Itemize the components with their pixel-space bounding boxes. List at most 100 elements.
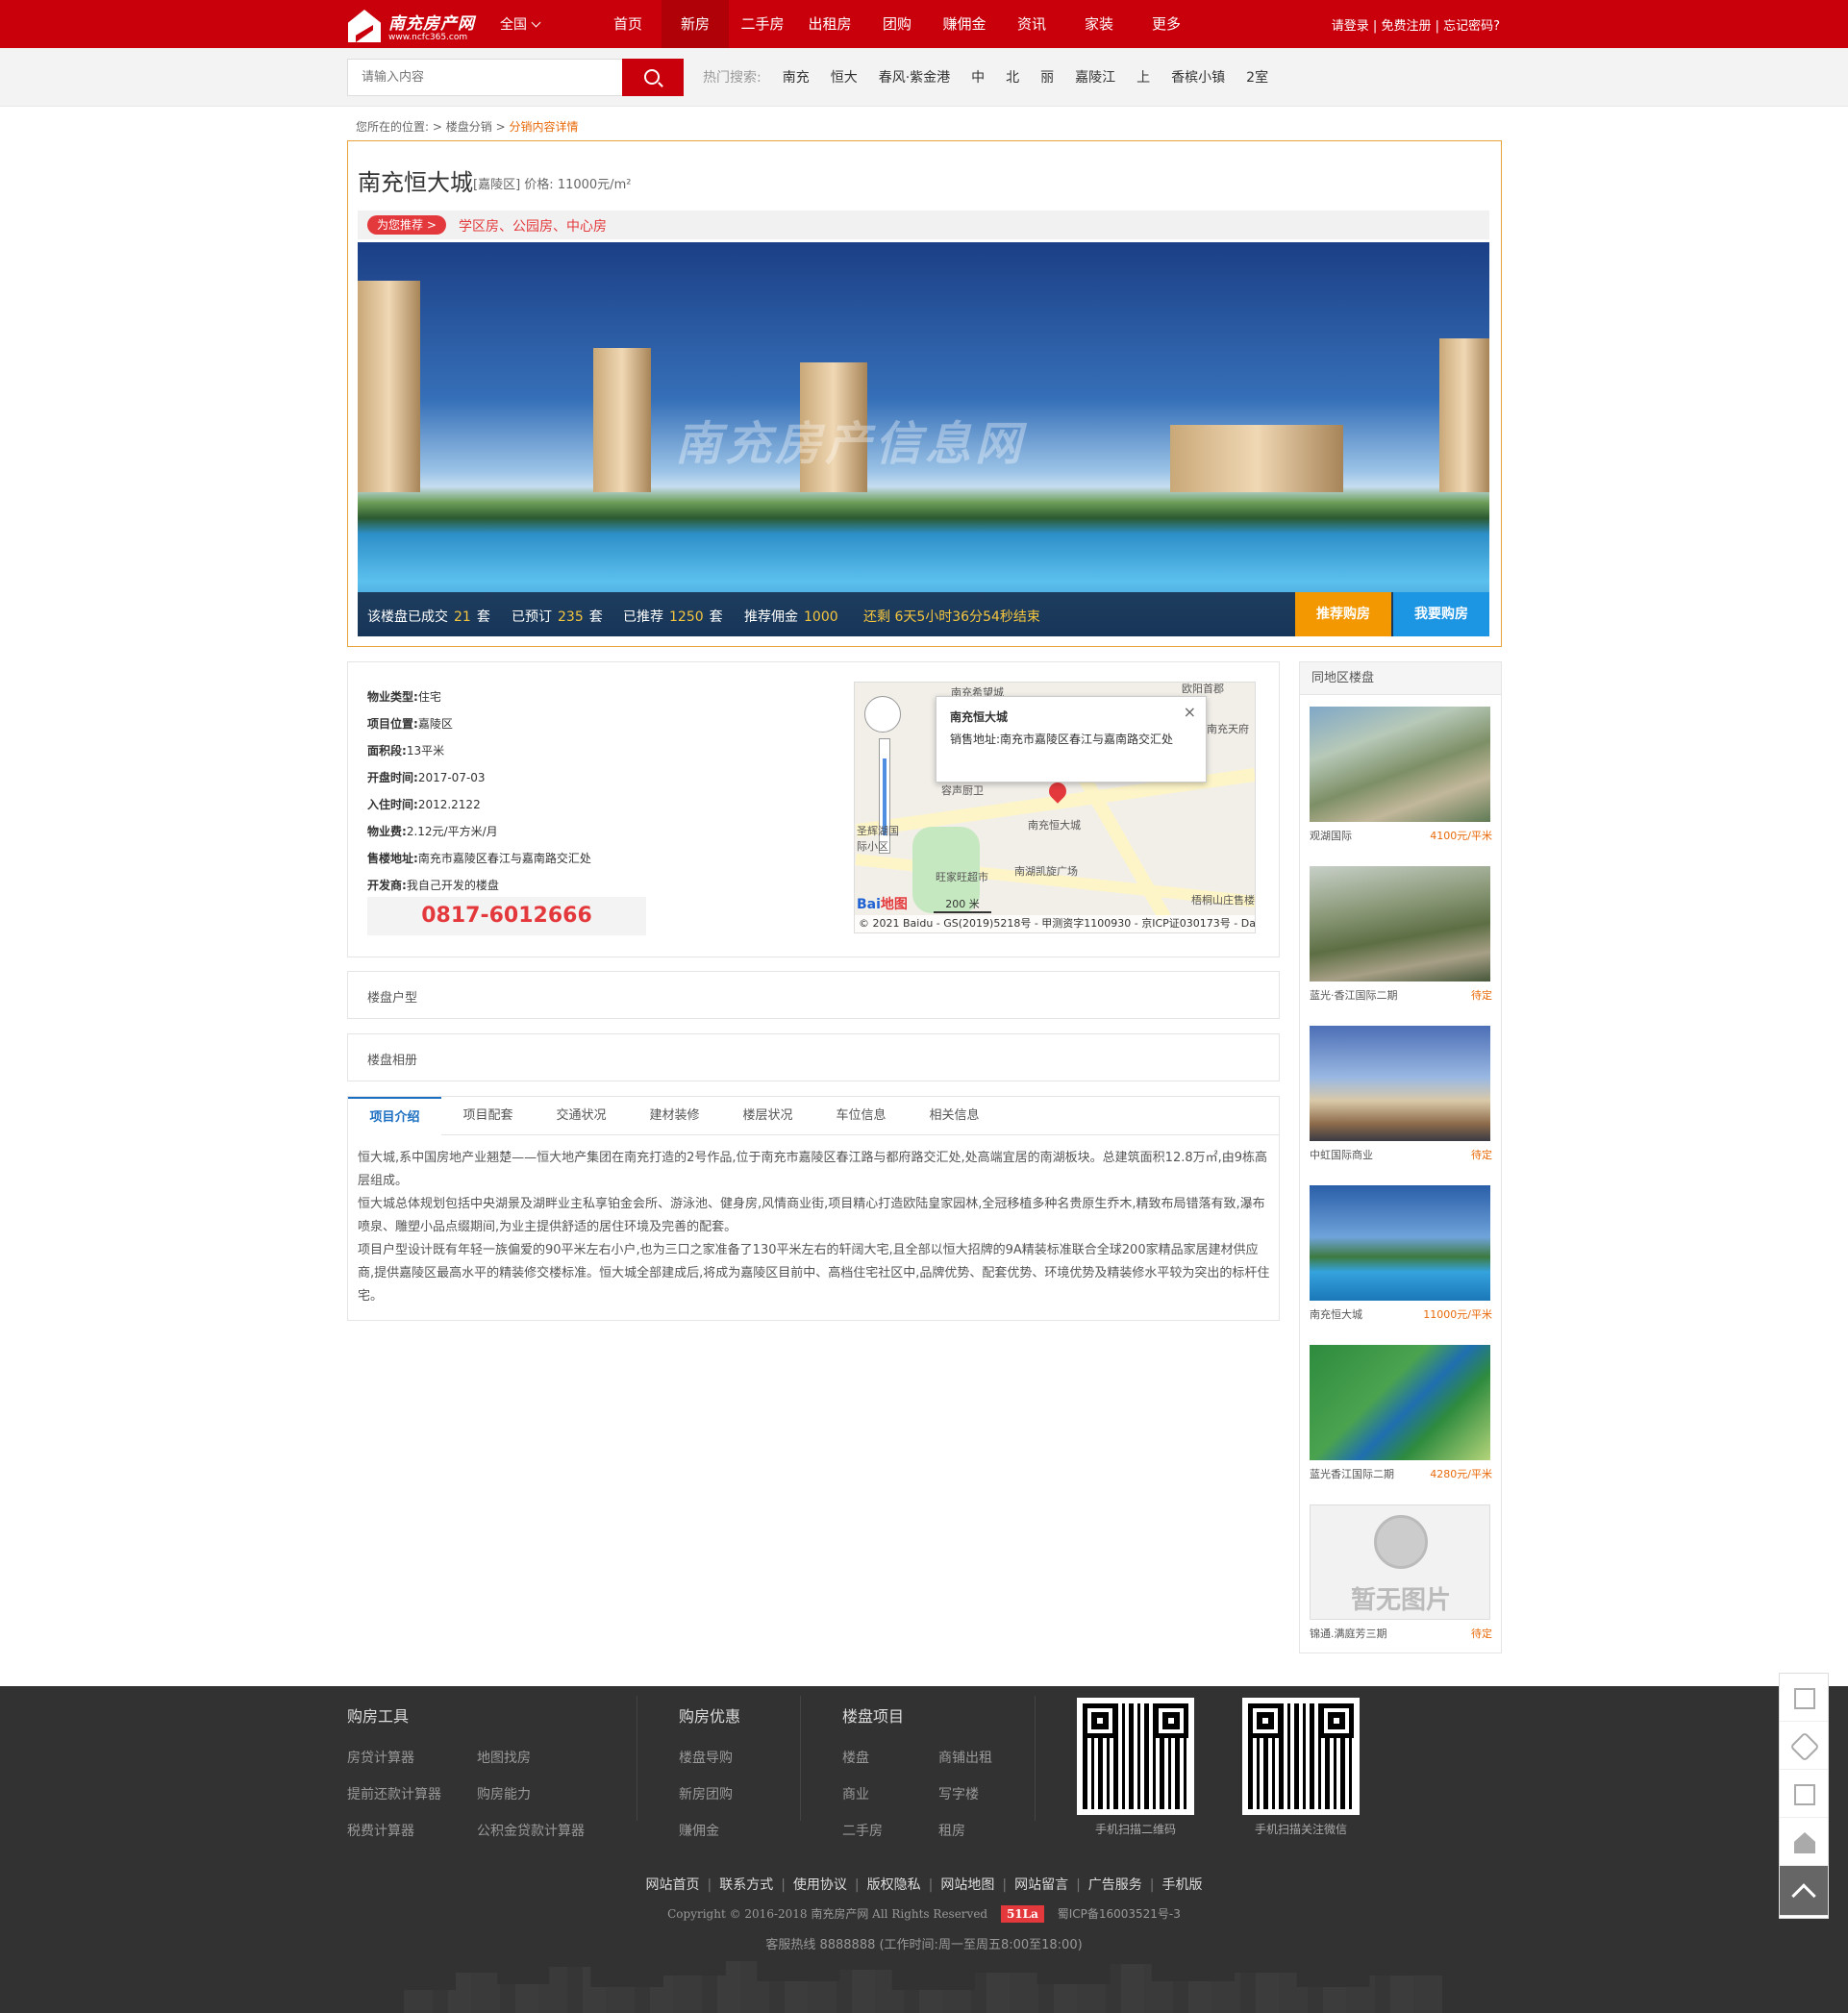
hot-search-label: 热门搜索: bbox=[703, 70, 762, 86]
footer-bottom-link[interactable]: 网站地图 bbox=[940, 1877, 994, 1893]
project-thumbnail[interactable] bbox=[1310, 866, 1490, 982]
footer: 购房工具 房贷计算器 地图找房 提前还款计算器 购房能力 税费计算器 公积金贷款… bbox=[0, 1686, 1848, 2013]
recommend-buy-button[interactable]: 推荐购房 bbox=[1295, 592, 1391, 636]
nav-item[interactable]: 出租房 bbox=[796, 0, 863, 48]
icp-number[interactable]: 蜀ICP备16003521号-3 bbox=[1058, 1907, 1181, 1921]
tab-3[interactable]: 建材装修 bbox=[628, 1097, 721, 1135]
footer-link[interactable]: 楼盘 bbox=[842, 1748, 869, 1767]
tab-0[interactable]: 项目介绍 bbox=[348, 1097, 441, 1136]
nav-item[interactable]: 首页 bbox=[594, 0, 662, 48]
nav-item[interactable]: 更多 bbox=[1133, 0, 1200, 48]
countdown: 还剩 6天5小时36分54秒结束 bbox=[863, 609, 1040, 625]
project-name[interactable]: 蓝光香江国际二期 bbox=[1310, 1466, 1394, 1481]
project-thumbnail[interactable] bbox=[1310, 1185, 1490, 1301]
info-label: 售楼地址: bbox=[367, 852, 418, 865]
project-name[interactable]: 南充恒大城 bbox=[1310, 1306, 1362, 1322]
footer-bottom-link[interactable]: 网站留言 bbox=[1014, 1877, 1068, 1893]
hot-keyword[interactable]: 上 bbox=[1136, 67, 1150, 87]
stats-badge[interactable]: 51La bbox=[1000, 1905, 1044, 1923]
sidebar-project-card[interactable]: 南充恒大城 11000元/平米 bbox=[1310, 1185, 1492, 1321]
search-button[interactable] bbox=[622, 59, 684, 96]
sidebar-project-card[interactable]: 蓝光香江国际二期 4280元/平米 bbox=[1310, 1345, 1492, 1480]
stat-value: 1000 bbox=[804, 609, 838, 625]
footer-link[interactable]: 写字楼 bbox=[938, 1784, 979, 1803]
back-to-top-button[interactable] bbox=[1780, 1866, 1828, 1916]
city-selector[interactable]: 全国 bbox=[500, 14, 541, 34]
tab-5[interactable]: 车位信息 bbox=[814, 1097, 908, 1135]
footer-link[interactable]: 租房 bbox=[938, 1821, 965, 1840]
footer-link[interactable]: 房贷计算器 bbox=[347, 1748, 414, 1767]
tab-1[interactable]: 项目配套 bbox=[441, 1097, 535, 1135]
sidebar-project-card[interactable]: 蓝光·香江国际二期 待定 bbox=[1310, 866, 1492, 1002]
user-links[interactable]: 请登录 | 免费注册 | 忘记密码? bbox=[1332, 15, 1500, 34]
nav-item[interactable]: 团购 bbox=[863, 0, 931, 48]
project-name[interactable]: 中虹国际商业 bbox=[1310, 1147, 1373, 1162]
search-input[interactable] bbox=[347, 59, 623, 96]
hot-keyword[interactable]: 南充 bbox=[783, 67, 810, 87]
project-thumbnail[interactable] bbox=[1310, 707, 1490, 822]
footer-bottom-link[interactable]: 版权隐私 bbox=[867, 1877, 921, 1893]
footer-link[interactable]: 商业 bbox=[842, 1784, 869, 1803]
hot-keyword[interactable]: 北 bbox=[1006, 67, 1019, 87]
nav-item[interactable]: 新房 bbox=[662, 0, 729, 48]
footer-bottom-link[interactable]: 广告服务 bbox=[1088, 1877, 1142, 1893]
nav-item[interactable]: 二手房 bbox=[729, 0, 796, 48]
project-name[interactable]: 观湖国际 bbox=[1310, 828, 1352, 843]
project-district: [嘉陵区] bbox=[473, 178, 521, 192]
hot-keyword[interactable]: 丽 bbox=[1040, 67, 1054, 87]
tab-6[interactable]: 相关信息 bbox=[908, 1097, 1001, 1135]
close-icon[interactable]: × bbox=[1184, 703, 1196, 721]
hot-keyword[interactable]: 香槟小镇 bbox=[1171, 67, 1225, 87]
footer-link[interactable]: 地图找房 bbox=[477, 1748, 531, 1767]
hot-keyword[interactable]: 春风·紫金港 bbox=[879, 67, 950, 87]
nav-item[interactable]: 家装 bbox=[1065, 0, 1133, 48]
footer-link[interactable]: 二手房 bbox=[842, 1821, 883, 1840]
tab-2[interactable]: 交通状况 bbox=[535, 1097, 628, 1135]
footer-link[interactable]: 购房能力 bbox=[477, 1784, 531, 1803]
project-name[interactable]: 锦通.满庭芳三期 bbox=[1310, 1626, 1387, 1641]
project-name[interactable]: 蓝光·香江国际二期 bbox=[1310, 987, 1398, 1003]
house-logo-icon bbox=[348, 10, 381, 42]
footer-link[interactable]: 税费计算器 bbox=[347, 1821, 414, 1840]
toolbar-building-button[interactable] bbox=[1780, 1770, 1828, 1818]
project-thumbnail[interactable]: 暂无图片 bbox=[1310, 1504, 1490, 1620]
project-thumbnail[interactable] bbox=[1310, 1026, 1490, 1141]
footer-col-title: 购房优惠 bbox=[679, 1707, 741, 1726]
recommend-tags[interactable]: 学区房、公园房、中心房 bbox=[459, 216, 607, 236]
footer-link[interactable]: 楼盘导购 bbox=[679, 1748, 733, 1767]
album-section[interactable]: 楼盘相册 bbox=[347, 1033, 1280, 1081]
footer-link[interactable]: 新房团购 bbox=[679, 1784, 733, 1803]
breadcrumb-current[interactable]: 分销内容详情 bbox=[510, 120, 579, 134]
toolbar-tag-button[interactable] bbox=[1780, 1722, 1828, 1770]
footer-link[interactable]: 赚佣金 bbox=[679, 1821, 719, 1840]
sidebar-project-card[interactable]: 暂无图片 锦通.满庭芳三期 待定 bbox=[1310, 1504, 1492, 1640]
footer-bottom-link[interactable]: 联系方式 bbox=[719, 1877, 773, 1893]
hot-keyword[interactable]: 中 bbox=[971, 67, 985, 87]
project-thumbnail[interactable] bbox=[1310, 1345, 1490, 1460]
buy-button[interactable]: 我要购房 bbox=[1393, 592, 1489, 636]
floorplans-section[interactable]: 楼盘户型 bbox=[347, 971, 1280, 1019]
hot-keyword[interactable]: 恒大 bbox=[831, 67, 858, 87]
nav-item[interactable]: 资讯 bbox=[998, 0, 1065, 48]
hot-keyword[interactable]: 嘉陵江 bbox=[1075, 67, 1115, 87]
nav-item[interactable]: 赚佣金 bbox=[931, 0, 998, 48]
info-value: 2.12元/平方米/月 bbox=[406, 825, 498, 838]
footer-link[interactable]: 提前还款计算器 bbox=[347, 1784, 441, 1803]
tab-4[interactable]: 楼层状况 bbox=[721, 1097, 814, 1135]
site-logo[interactable]: 南充房产网 www.ncfc365.com bbox=[348, 8, 474, 44]
footer-bottom-link[interactable]: 手机版 bbox=[1162, 1877, 1203, 1893]
footer-bottom-link[interactable]: 网站首页 bbox=[645, 1877, 699, 1893]
breadcrumb-item[interactable]: 楼盘分销 bbox=[446, 120, 492, 134]
phone-number[interactable]: 0817-6012666 bbox=[367, 897, 646, 935]
footer-bottom-link[interactable]: 使用协议 bbox=[793, 1877, 847, 1893]
footer-link[interactable]: 商铺出租 bbox=[938, 1748, 992, 1767]
recommend-badge[interactable]: 为您推荐 > bbox=[367, 215, 446, 235]
hot-keyword[interactable]: 2室 bbox=[1246, 67, 1268, 87]
toolbar-home-button[interactable] bbox=[1780, 1818, 1828, 1866]
footer-link[interactable]: 公积金贷款计算器 bbox=[477, 1821, 585, 1840]
map-pan-icon[interactable] bbox=[864, 696, 901, 733]
toolbar-news-button[interactable] bbox=[1780, 1674, 1828, 1722]
location-map[interactable]: 南充希望城 欧阳首郡 南充天府 南充恒大城 圣辉湖国际小区 旺家旺超市 南湖凯旋… bbox=[854, 682, 1256, 933]
sidebar-project-card[interactable]: 观湖国际 4100元/平米 bbox=[1310, 707, 1492, 842]
sidebar-project-card[interactable]: 中虹国际商业 待定 bbox=[1310, 1026, 1492, 1161]
